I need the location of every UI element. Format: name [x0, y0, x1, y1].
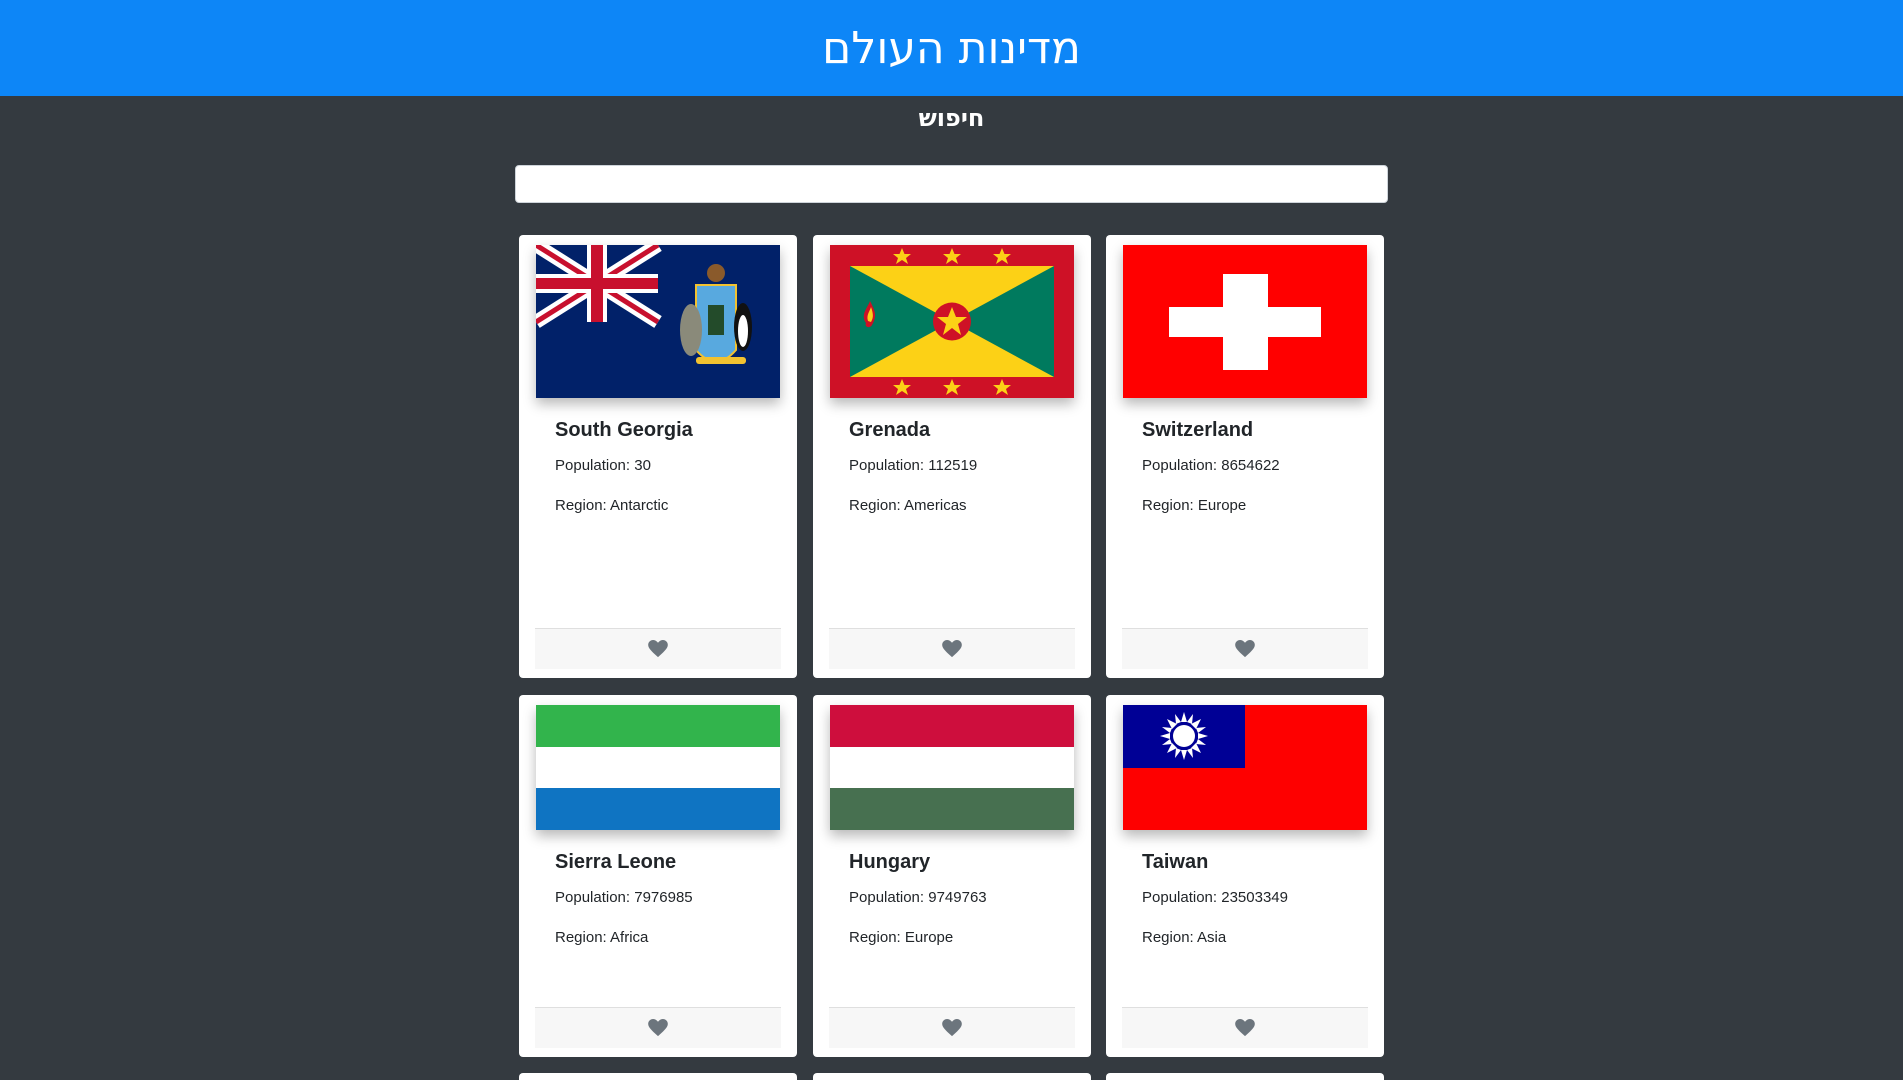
search-input[interactable]: [515, 165, 1388, 203]
heart-icon[interactable]: [942, 1019, 962, 1037]
country-card: Sierra Leone Population: 7976985 Region:…: [519, 695, 797, 1057]
country-name: Taiwan: [1142, 851, 1209, 873]
country-population: Population: 30: [555, 457, 651, 474]
heart-icon[interactable]: [648, 640, 668, 658]
country-card-partial: [519, 1073, 797, 1080]
country-region: Region: Europe: [849, 929, 954, 946]
country-name: Sierra Leone: [555, 851, 677, 873]
country-name: South Georgia: [555, 419, 693, 441]
country-region: Region: Asia: [1142, 929, 1227, 946]
country-card: South Georgia Population: 30 Region: Ant…: [519, 235, 797, 678]
card-footer: [535, 1007, 781, 1048]
country-card: Switzerland Population: 8654622 Region: …: [1106, 235, 1384, 678]
heart-icon[interactable]: [1235, 1019, 1255, 1037]
card-footer: [829, 1007, 1075, 1048]
heart-icon[interactable]: [1235, 640, 1255, 658]
country-population: Population: 9749763: [849, 889, 987, 906]
heart-icon[interactable]: [942, 640, 962, 658]
country-region: Region: Americas: [849, 497, 967, 514]
country-population: Population: 8654622: [1142, 457, 1280, 474]
taiwan-flag: [1123, 705, 1367, 830]
card-footer: [1122, 628, 1368, 669]
switzerland-flag: [1123, 245, 1367, 398]
country-population: Population: 23503349: [1142, 889, 1288, 906]
card-footer: [829, 628, 1075, 669]
page-title: מדינות העולם: [822, 22, 1081, 74]
country-region: Region: Antarctic: [555, 497, 669, 514]
card-footer: [1122, 1007, 1368, 1048]
country-card-partial: [813, 1073, 1091, 1080]
grenada-flag: [830, 245, 1074, 398]
sierra-leone-flag: [536, 705, 780, 830]
search-heading: חיפוש: [918, 104, 985, 132]
country-region: Region: Africa: [555, 929, 649, 946]
south-georgia-flag: [536, 245, 780, 398]
country-card-partial: [1106, 1073, 1384, 1080]
country-card: Hungary Population: 9749763 Region: Euro…: [813, 695, 1091, 1057]
country-card: Taiwan Population: 23503349 Region: Asia: [1106, 695, 1384, 1057]
country-population: Population: 7976985: [555, 889, 693, 906]
hungary-flag: [830, 705, 1074, 830]
country-population: Population: 112519: [849, 457, 978, 474]
country-name: Switzerland: [1142, 419, 1254, 441]
country-name: Hungary: [849, 851, 931, 873]
country-card: Grenada Population: 112519 Region: Ameri…: [813, 235, 1091, 678]
card-footer: [535, 628, 781, 669]
country-region: Region: Europe: [1142, 497, 1247, 514]
country-name: Grenada: [849, 419, 931, 441]
app-header: מדינות העולם: [0, 0, 1903, 96]
heart-icon[interactable]: [648, 1019, 668, 1037]
